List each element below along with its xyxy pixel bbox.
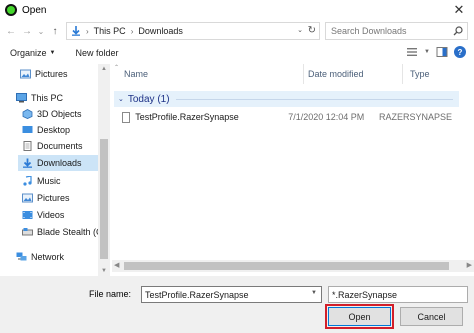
change-view-icon[interactable] xyxy=(406,46,418,58)
file-name-input[interactable]: TestProfile.RazerSynapse ▼ xyxy=(141,286,322,303)
group-divider xyxy=(175,98,453,100)
navigation-pane: Pictures This PC 3D Objects Desktop Docu… xyxy=(0,64,110,274)
nav-item-documents[interactable]: Documents xyxy=(22,138,83,154)
file-name: TestProfile.RazerSynapse xyxy=(135,112,239,122)
window-title: Open xyxy=(22,4,47,16)
music-icon xyxy=(23,176,32,186)
column-divider[interactable] xyxy=(402,64,403,84)
command-toolbar: Organize ▼ New folder ▼ ? xyxy=(0,42,474,64)
downloads-icon xyxy=(23,158,32,168)
group-header-today[interactable]: ⌄ Today (1) xyxy=(114,91,459,107)
documents-icon xyxy=(23,141,32,151)
file-icon xyxy=(122,111,131,123)
view-dropdown-icon[interactable]: ▼ xyxy=(424,49,430,55)
search-icon xyxy=(453,26,463,36)
up-arrow-icon[interactable]: ↑ xyxy=(47,22,63,40)
preview-pane-icon[interactable] xyxy=(436,46,448,58)
nav-item-downloads[interactable]: Downloads xyxy=(18,155,98,171)
organize-label: Organize xyxy=(10,48,47,58)
chevron-down-icon[interactable]: ▼ xyxy=(311,290,317,296)
file-name-label: File name: xyxy=(89,289,132,299)
nav-item-pictures-quick[interactable]: Pictures xyxy=(20,66,68,82)
help-icon[interactable]: ? xyxy=(454,46,466,58)
refresh-icon[interactable]: ↻ xyxy=(308,25,316,36)
file-date: 7/1/2020 12:04 PM xyxy=(288,112,365,122)
new-folder-label: New folder xyxy=(75,48,119,58)
close-icon[interactable]: ✕ xyxy=(444,0,474,20)
razer-app-icon xyxy=(5,4,17,16)
file-type-select[interactable]: *.RazerSynapse xyxy=(328,286,468,303)
view-controls: ▼ ? xyxy=(406,46,466,58)
desktop-icon xyxy=(22,126,33,133)
cancel-button[interactable]: Cancel xyxy=(400,307,463,326)
dialog-footer: File name: TestProfile.RazerSynapse ▼ *.… xyxy=(0,276,474,333)
nav-item-desktop[interactable]: Desktop xyxy=(22,122,70,138)
group-label: Today (1) xyxy=(127,93,170,105)
column-header-date-modified[interactable]: Date modified xyxy=(308,64,364,84)
column-divider[interactable] xyxy=(303,64,304,84)
scroll-left-icon[interactable]: ◀ xyxy=(114,261,119,269)
file-name-value: TestProfile.RazerSynapse xyxy=(145,289,249,300)
file-type: RAZERSYNAPSE xyxy=(378,112,452,122)
drive-icon xyxy=(22,228,33,236)
column-header-name[interactable]: Name xyxy=(124,64,148,84)
file-list: ⌃ Name Date modified Type ⌄ Today (1) Te… xyxy=(112,64,474,276)
nav-item-3d-objects[interactable]: 3D Objects xyxy=(22,106,82,122)
chevron-down-icon: ▼ xyxy=(49,50,56,56)
address-dropdown-icon[interactable]: ⌄ xyxy=(297,26,303,34)
nav-item-music[interactable]: Music xyxy=(22,173,61,189)
organize-button[interactable]: Organize ▼ xyxy=(0,44,65,62)
network-icon xyxy=(16,252,27,261)
pictures-icon xyxy=(22,193,33,203)
search-placeholder: Search Downloads xyxy=(331,26,407,36)
nav-item-blade-stealth[interactable]: Blade Stealth (C:) xyxy=(22,224,108,240)
scroll-right-icon[interactable]: ▶ xyxy=(467,261,472,269)
file-list-horizontal-scrollbar[interactable]: ◀ ▶ xyxy=(112,260,474,272)
pc-icon xyxy=(16,93,27,103)
downloads-arrow-icon xyxy=(72,26,80,36)
forward-arrow-icon[interactable]: → xyxy=(19,22,35,40)
scrollbar-thumb[interactable] xyxy=(124,262,449,270)
scroll-down-icon[interactable]: ▼ xyxy=(101,268,107,274)
new-folder-button[interactable]: New folder xyxy=(65,44,128,62)
sort-caret-icon: ⌃ xyxy=(114,65,120,71)
scrollbar-thumb[interactable] xyxy=(100,139,108,259)
chevron-down-icon[interactable]: ⌄ xyxy=(118,95,124,103)
scroll-up-icon[interactable]: ▲ xyxy=(101,66,107,72)
nav-item-videos[interactable]: Videos xyxy=(22,207,64,223)
title-bar: Open ✕ xyxy=(0,0,474,20)
highlight-box xyxy=(325,304,394,329)
address-bar[interactable]: › This PC › Downloads ⌄ ↻ xyxy=(66,22,320,40)
pictures-icon xyxy=(20,69,31,79)
3d-objects-icon xyxy=(22,109,33,119)
search-input[interactable]: Search Downloads xyxy=(325,22,468,40)
file-row[interactable]: TestProfile.RazerSynapse 7/1/2020 12:04 … xyxy=(122,109,452,125)
back-arrow-icon[interactable]: ← xyxy=(3,22,19,40)
breadcrumb-separator-icon: › xyxy=(86,26,89,36)
breadcrumb-this-pc[interactable]: This PC xyxy=(94,26,126,36)
file-type-value: *.RazerSynapse xyxy=(332,289,398,300)
nav-item-this-pc[interactable]: This PC xyxy=(16,90,63,106)
nav-item-network[interactable]: Network xyxy=(16,249,64,265)
breadcrumb-downloads[interactable]: Downloads xyxy=(138,26,183,36)
breadcrumb-separator-icon: › xyxy=(130,26,134,36)
address-row: ← → ⌄ ↑ › This PC › Downloads ⌄ ↻ Search… xyxy=(0,20,474,42)
recent-locations-icon[interactable]: ⌄ xyxy=(35,22,47,40)
nav-pane-scrollbar[interactable]: ▲ ▼ xyxy=(98,64,110,276)
videos-icon xyxy=(22,211,33,219)
column-header-type[interactable]: Type xyxy=(410,64,430,84)
nav-item-pictures[interactable]: Pictures xyxy=(22,190,70,206)
